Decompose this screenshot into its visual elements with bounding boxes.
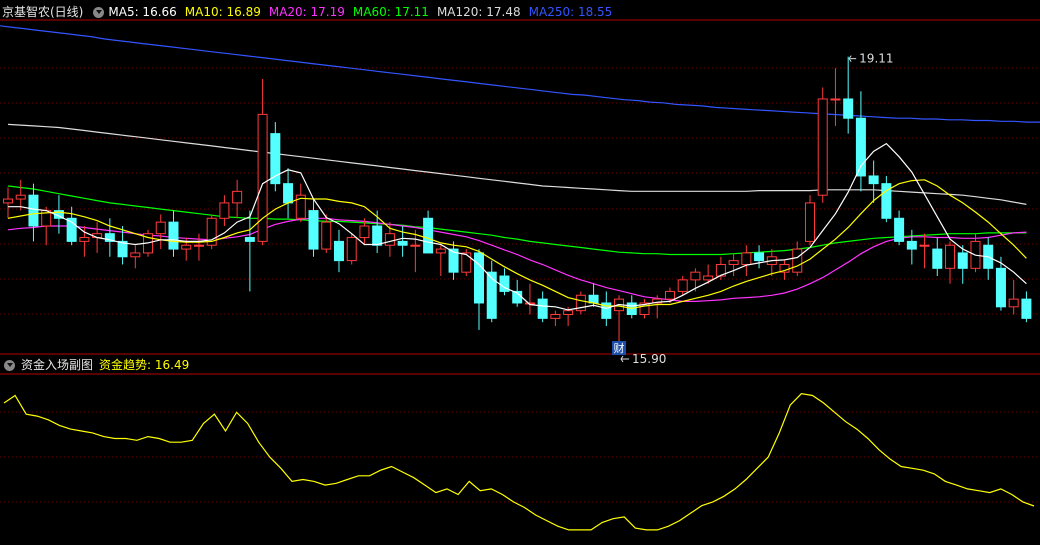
candlestick (1021, 291, 1032, 323)
candlestick (677, 276, 688, 296)
candlestick (130, 245, 141, 269)
candlestick (461, 249, 472, 277)
candlestick (741, 245, 752, 277)
candlestick (945, 241, 956, 284)
candlestick (168, 210, 179, 257)
candlestick (524, 283, 535, 315)
sub-chart (3, 393, 1035, 531)
candlestick (346, 233, 357, 265)
candlestick (384, 222, 395, 257)
candlestick (79, 225, 90, 257)
ma250-line (0, 25, 1040, 123)
candlestick (155, 214, 166, 250)
candlestick (435, 245, 446, 277)
candlestick (486, 260, 497, 323)
candlestick (333, 229, 344, 273)
candlestick (206, 214, 217, 250)
candlestick (652, 295, 663, 319)
candlestick (15, 179, 26, 211)
low-price-label: 15.90 (632, 352, 666, 366)
candlestick (843, 56, 854, 134)
candlestick (804, 195, 815, 246)
candlestick (499, 268, 510, 296)
candlestick (3, 187, 13, 219)
candlestick (193, 233, 204, 261)
chart-area[interactable]: 19.11 15.90 财 (0, 0, 1040, 545)
candlestick (270, 122, 281, 192)
candlestick (283, 168, 294, 219)
finance-marker[interactable]: 财 (614, 341, 625, 355)
candlestick (66, 206, 77, 246)
candlestick (817, 87, 828, 203)
fund-trend-line (3, 393, 1035, 531)
candlestick (219, 195, 230, 226)
candlestick (728, 252, 739, 277)
candlestick (575, 291, 586, 315)
candlestick (894, 210, 905, 246)
candlestick (754, 245, 765, 269)
candlestick (232, 179, 243, 219)
candlestick (970, 233, 981, 273)
candlestick (626, 295, 637, 319)
candlestick (881, 175, 892, 223)
ma-lines (0, 25, 1040, 302)
candlestick (537, 291, 548, 323)
candlestick (448, 241, 459, 280)
candlestick (906, 229, 917, 265)
candlestick (766, 249, 777, 277)
candlestick (28, 183, 39, 242)
high-price-label: 19.11 (859, 52, 893, 66)
candlestick (321, 214, 332, 253)
candlestick (1008, 279, 1019, 315)
candlestick (410, 229, 421, 273)
candlestick (639, 299, 650, 319)
candlestick (830, 68, 841, 126)
candlestick (919, 233, 930, 269)
grid-lines (0, 67, 1040, 503)
candlestick (932, 237, 943, 277)
candlestick (308, 199, 319, 257)
candlestick (868, 160, 879, 203)
candlestick (244, 210, 255, 292)
candlestick (295, 183, 306, 223)
candlestick (550, 310, 561, 327)
candlestick (423, 210, 434, 254)
candlestick (257, 78, 268, 246)
candlesticks (3, 56, 1032, 353)
candlestick (474, 249, 485, 330)
candlestick (855, 91, 866, 192)
